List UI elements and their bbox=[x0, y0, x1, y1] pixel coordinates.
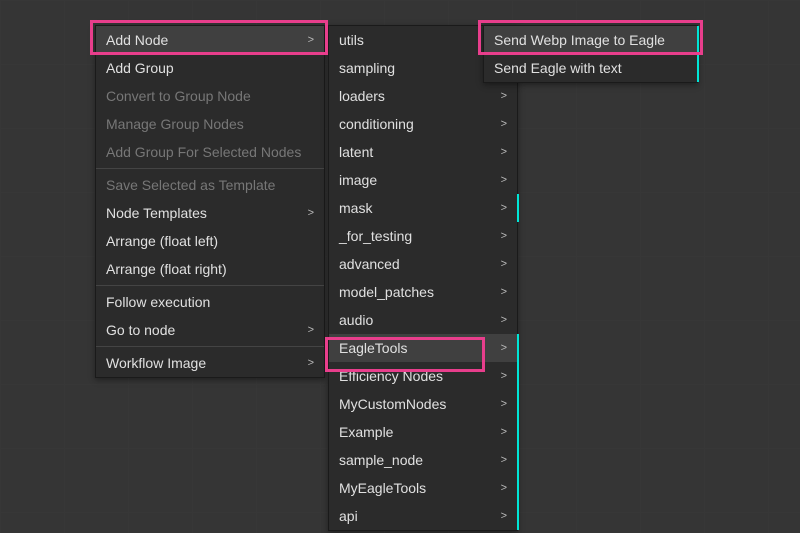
chevron-right-icon: > bbox=[501, 510, 507, 522]
submenu-item-send-eagle-with-text[interactable]: Send Eagle with text bbox=[484, 54, 697, 82]
menu-item-arrange-float-right[interactable]: Arrange (float right) bbox=[96, 255, 324, 283]
menu-item-label: sampling bbox=[339, 60, 395, 76]
submenu-item-send-webp-image-to-eagle[interactable]: Send Webp Image to Eagle bbox=[484, 26, 697, 54]
menu-item-label: Example bbox=[339, 424, 393, 440]
menu-item-label: MyEagleTools bbox=[339, 480, 426, 496]
submenu-item-sample-node[interactable]: sample_node > bbox=[329, 446, 517, 474]
submenu-item-efficiency-nodes[interactable]: Efficiency Nodes > bbox=[329, 362, 517, 390]
menu-divider bbox=[96, 285, 324, 286]
submenu-item-myeagletools[interactable]: MyEagleTools > bbox=[329, 474, 517, 502]
submenu-categories: utils > sampling > loaders > conditionin… bbox=[328, 25, 518, 531]
chevron-right-icon: > bbox=[501, 146, 507, 158]
chevron-right-icon: > bbox=[308, 324, 314, 336]
chevron-right-icon: > bbox=[501, 118, 507, 130]
menu-divider bbox=[96, 168, 324, 169]
chevron-right-icon: > bbox=[501, 482, 507, 494]
chevron-right-icon: > bbox=[308, 207, 314, 219]
submenu-item-advanced[interactable]: advanced > bbox=[329, 250, 517, 278]
menu-item-label: conditioning bbox=[339, 116, 414, 132]
submenu-item-eagletools[interactable]: EagleTools > bbox=[329, 334, 517, 362]
menu-item-node-templates[interactable]: Node Templates > bbox=[96, 199, 324, 227]
menu-item-label: Add Group For Selected Nodes bbox=[106, 144, 301, 160]
menu-item-arrange-float-left[interactable]: Arrange (float left) bbox=[96, 227, 324, 255]
menu-item-follow-execution[interactable]: Follow execution bbox=[96, 288, 324, 316]
chevron-right-icon: > bbox=[501, 90, 507, 102]
menu-item-label: Node Templates bbox=[106, 205, 207, 221]
submenu-item-model-patches[interactable]: model_patches > bbox=[329, 278, 517, 306]
chevron-right-icon: > bbox=[501, 426, 507, 438]
menu-item-label: image bbox=[339, 172, 377, 188]
menu-item-label: loaders bbox=[339, 88, 385, 104]
menu-item-workflow-image[interactable]: Workflow Image > bbox=[96, 349, 324, 377]
chevron-right-icon: > bbox=[501, 314, 507, 326]
menu-item-label: api bbox=[339, 508, 358, 524]
menu-item-label: utils bbox=[339, 32, 364, 48]
menu-item-label: Go to node bbox=[106, 322, 175, 338]
submenu-item-audio[interactable]: audio > bbox=[329, 306, 517, 334]
menu-item-save-selected-as-template: Save Selected as Template bbox=[96, 171, 324, 199]
submenu-item-example[interactable]: Example > bbox=[329, 418, 517, 446]
chevron-right-icon: > bbox=[501, 202, 507, 214]
menu-item-add-group[interactable]: Add Group bbox=[96, 54, 324, 82]
menu-item-label: Arrange (float left) bbox=[106, 233, 218, 249]
chevron-right-icon: > bbox=[501, 174, 507, 186]
chevron-right-icon: > bbox=[501, 286, 507, 298]
submenu-item-mask[interactable]: mask > bbox=[329, 194, 517, 222]
menu-item-add-group-for-selected: Add Group For Selected Nodes bbox=[96, 138, 324, 166]
menu-item-label: Manage Group Nodes bbox=[106, 116, 244, 132]
submenu-item-image[interactable]: image > bbox=[329, 166, 517, 194]
menu-item-convert-to-group-node: Convert to Group Node bbox=[96, 82, 324, 110]
menu-item-label: Save Selected as Template bbox=[106, 177, 275, 193]
menu-item-label: _for_testing bbox=[339, 228, 412, 244]
menu-item-label: sample_node bbox=[339, 452, 423, 468]
menu-item-label: mask bbox=[339, 200, 372, 216]
menu-item-label: model_patches bbox=[339, 284, 434, 300]
menu-item-label: Add Node bbox=[106, 32, 168, 48]
menu-item-label: audio bbox=[339, 312, 373, 328]
chevron-right-icon: > bbox=[501, 230, 507, 242]
chevron-right-icon: > bbox=[501, 258, 507, 270]
menu-item-label: Add Group bbox=[106, 60, 174, 76]
menu-item-label: Convert to Group Node bbox=[106, 88, 251, 104]
menu-item-manage-group-nodes: Manage Group Nodes bbox=[96, 110, 324, 138]
submenu-item-api[interactable]: api > bbox=[329, 502, 517, 530]
menu-item-label: Workflow Image bbox=[106, 355, 206, 371]
submenu-item-for-testing[interactable]: _for_testing > bbox=[329, 222, 517, 250]
chevron-right-icon: > bbox=[501, 454, 507, 466]
menu-item-label: Efficiency Nodes bbox=[339, 368, 443, 384]
menu-item-label: Arrange (float right) bbox=[106, 261, 227, 277]
menu-divider bbox=[96, 346, 324, 347]
chevron-right-icon: > bbox=[308, 357, 314, 369]
chevron-right-icon: > bbox=[501, 370, 507, 382]
menu-item-label: advanced bbox=[339, 256, 400, 272]
context-menu-root: Add Node > Add Group Convert to Group No… bbox=[95, 25, 325, 378]
submenu-item-mycustomnodes[interactable]: MyCustomNodes > bbox=[329, 390, 517, 418]
submenu-item-loaders[interactable]: loaders > bbox=[329, 82, 517, 110]
submenu-item-latent[interactable]: latent > bbox=[329, 138, 517, 166]
chevron-right-icon: > bbox=[501, 398, 507, 410]
menu-item-label: Follow execution bbox=[106, 294, 210, 310]
menu-item-go-to-node[interactable]: Go to node > bbox=[96, 316, 324, 344]
submenu-eagletools: Send Webp Image to Eagle Send Eagle with… bbox=[483, 25, 698, 83]
menu-item-label: EagleTools bbox=[339, 340, 408, 356]
menu-item-label: MyCustomNodes bbox=[339, 396, 446, 412]
menu-item-label: Send Webp Image to Eagle bbox=[494, 32, 665, 48]
chevron-right-icon: > bbox=[501, 342, 507, 354]
chevron-right-icon: > bbox=[308, 34, 314, 46]
menu-item-add-node[interactable]: Add Node > bbox=[96, 26, 324, 54]
menu-item-label: latent bbox=[339, 144, 373, 160]
submenu-item-conditioning[interactable]: conditioning > bbox=[329, 110, 517, 138]
menu-item-label: Send Eagle with text bbox=[494, 60, 622, 76]
